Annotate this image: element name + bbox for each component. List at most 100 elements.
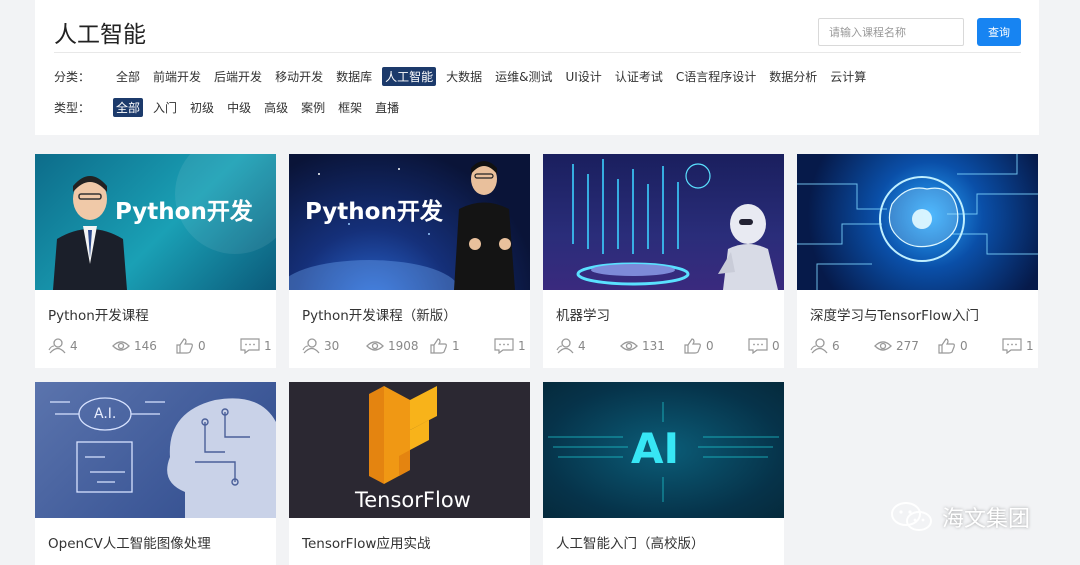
course-thumbnail[interactable]: Python开发 xyxy=(289,154,530,290)
thumbnail-text: Python开发 xyxy=(115,199,253,225)
category-backend[interactable]: 后端开发 xyxy=(211,67,265,86)
type-intermediate[interactable]: 中级 xyxy=(224,98,254,117)
eye-icon xyxy=(874,341,892,351)
course-card[interactable]: Python开发 Python开发课程 4 146 0 1 xyxy=(35,154,276,368)
course-thumbnail[interactable] xyxy=(797,154,1038,290)
category-all[interactable]: 全部 xyxy=(113,67,143,86)
category-filter-row: 分类： 全部 前端开发 后端开发 移动开发 数据库 人工智能 大数据 运维&测试… xyxy=(54,67,876,86)
filter-panel: 人工智能 查询 分类： 全部 前端开发 后端开发 移动开发 数据库 人工智能 大… xyxy=(35,0,1039,135)
course-stats: 6 277 0 1 xyxy=(810,338,1066,354)
thumbnail-text: Python开发 xyxy=(305,199,443,225)
thumbnail-text: AI xyxy=(631,424,680,473)
students-icon xyxy=(556,338,574,354)
category-ops-testing[interactable]: 运维&测试 xyxy=(492,67,555,86)
comments-count: 1 xyxy=(518,339,526,353)
course-card[interactable]: AI 人工智能入门（高校版） xyxy=(543,382,784,565)
course-title[interactable]: 深度学习与TensorFlow入门 xyxy=(810,304,979,324)
views-count: 131 xyxy=(642,339,665,353)
type-label: 类型： xyxy=(54,101,91,115)
comments-count: 1 xyxy=(264,339,272,353)
course-search-input[interactable] xyxy=(818,18,964,46)
students-count: 4 xyxy=(70,339,78,353)
page-title: 人工智能 xyxy=(54,22,146,48)
students-count: 30 xyxy=(324,339,340,353)
ai-head-illustration xyxy=(50,397,276,518)
students-count: 4 xyxy=(578,339,586,353)
comments-count: 1 xyxy=(1026,339,1034,353)
course-title[interactable]: OpenCV人工智能图像处理 xyxy=(48,532,211,552)
category-label: 分类： xyxy=(54,70,91,84)
students-stat: 30 xyxy=(302,338,366,354)
course-card[interactable]: TensorFlow TensorFlow应用实战 xyxy=(289,382,530,565)
category-certification[interactable]: 认证考试 xyxy=(612,67,666,86)
likes-stat[interactable]: 0 xyxy=(684,338,748,354)
thumbs-up-icon[interactable] xyxy=(176,338,194,354)
likes-stat[interactable]: 1 xyxy=(430,338,494,354)
course-thumbnail[interactable]: TensorFlow xyxy=(289,382,530,518)
course-thumbnail[interactable]: AI xyxy=(543,382,784,518)
category-data-analysis[interactable]: 数据分析 xyxy=(766,67,820,86)
robot-illustration xyxy=(572,159,778,290)
eye-icon xyxy=(620,341,638,351)
eye-icon xyxy=(112,341,130,351)
search-button[interactable]: 查询 xyxy=(977,18,1021,46)
likes-stat[interactable]: 0 xyxy=(176,338,240,354)
students-stat: 6 xyxy=(810,338,874,354)
course-title[interactable]: TensorFlow应用实战 xyxy=(302,532,430,552)
course-card[interactable]: 机器学习 4 131 0 0 xyxy=(543,154,784,368)
course-title[interactable]: 人工智能入门（高校版） xyxy=(556,532,705,552)
likes-count: 0 xyxy=(706,339,714,353)
comment-icon[interactable] xyxy=(1002,338,1022,354)
comments-count: 0 xyxy=(772,339,780,353)
course-stats: 4 131 0 0 xyxy=(556,338,812,354)
brain-network-illustration xyxy=(797,154,1038,290)
category-c-programming[interactable]: C语言程序设计 xyxy=(673,67,759,86)
thumbs-up-icon[interactable] xyxy=(938,338,956,354)
course-thumbnail[interactable]: A.I. xyxy=(35,382,276,518)
type-beginner[interactable]: 初级 xyxy=(187,98,217,117)
thumbnail-text: TensorFlow xyxy=(355,488,471,512)
course-title[interactable]: 机器学习 xyxy=(556,304,610,324)
students-stat: 4 xyxy=(556,338,620,354)
comment-icon[interactable] xyxy=(748,338,768,354)
type-live[interactable]: 直播 xyxy=(372,98,402,117)
views-stat: 1908 xyxy=(366,339,430,353)
type-intro[interactable]: 入门 xyxy=(150,98,180,117)
category-mobile[interactable]: 移动开发 xyxy=(272,67,326,86)
comment-icon[interactable] xyxy=(240,338,260,354)
type-advanced[interactable]: 高级 xyxy=(261,98,291,117)
course-thumbnail[interactable] xyxy=(543,154,784,290)
type-filter-row: 类型： 全部 入门 初级 中级 高级 案例 框架 直播 xyxy=(54,98,409,117)
course-stats: 30 1908 1 1 xyxy=(302,338,558,354)
course-card[interactable]: A.I. OpenCV人工智能图像处理 xyxy=(35,382,276,565)
course-stats: 4 146 0 1 xyxy=(48,338,304,354)
thumbs-up-icon[interactable] xyxy=(430,338,448,354)
watermark-text: 海文集团 xyxy=(942,507,1031,532)
course-title[interactable]: Python开发课程 xyxy=(48,304,149,324)
comments-stat[interactable]: 1 xyxy=(1002,338,1066,354)
course-title[interactable]: Python开发课程（新版） xyxy=(302,304,457,324)
type-case[interactable]: 案例 xyxy=(298,98,328,117)
likes-stat[interactable]: 0 xyxy=(938,338,1002,354)
type-all[interactable]: 全部 xyxy=(113,98,144,117)
course-card[interactable]: Python开发 Python开发课程（新版） 30 1908 1 1 xyxy=(289,154,530,368)
category-ai[interactable]: 人工智能 xyxy=(382,67,437,86)
views-stat: 146 xyxy=(112,339,176,353)
views-stat: 277 xyxy=(874,339,938,353)
category-ui-design[interactable]: UI设计 xyxy=(562,67,604,86)
category-cloud[interactable]: 云计算 xyxy=(827,67,869,86)
category-database[interactable]: 数据库 xyxy=(333,67,375,86)
thumbs-up-icon[interactable] xyxy=(684,338,702,354)
category-bigdata[interactable]: 大数据 xyxy=(443,67,485,86)
students-icon xyxy=(810,338,828,354)
comment-icon[interactable] xyxy=(494,338,514,354)
type-framework[interactable]: 框架 xyxy=(335,98,365,117)
course-card[interactable]: 深度学习与TensorFlow入门 6 277 0 1 xyxy=(797,154,1038,368)
likes-count: 0 xyxy=(198,339,206,353)
course-thumbnail[interactable]: Python开发 xyxy=(35,154,276,290)
likes-count: 1 xyxy=(452,339,460,353)
category-frontend[interactable]: 前端开发 xyxy=(150,67,204,86)
students-icon xyxy=(302,338,320,354)
views-count: 1908 xyxy=(388,339,419,353)
thumbnail-text: A.I. xyxy=(94,406,117,422)
